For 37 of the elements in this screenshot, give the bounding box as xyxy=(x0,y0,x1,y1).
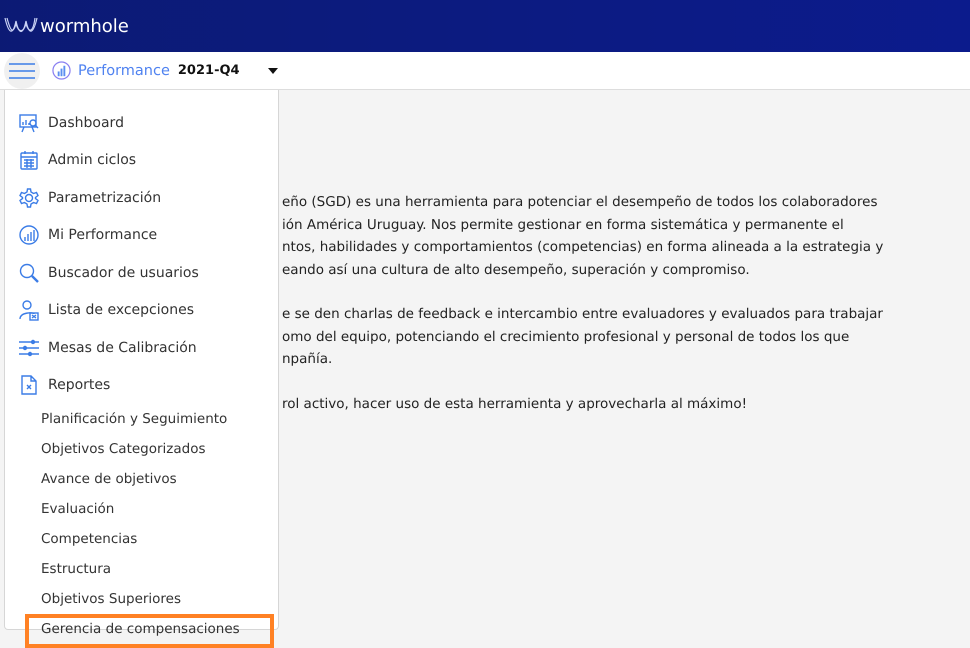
submenu-item[interactable]: Objetivos Superiores xyxy=(25,584,274,614)
text-line: eando así una cultura de alto desempeño, superación y compromiso. xyxy=(282,260,751,280)
menu-item[interactable]: Mesas de Calibración xyxy=(5,329,278,366)
search-icon xyxy=(18,262,40,284)
text-line: npañía. xyxy=(282,350,334,369)
submenu-item[interactable]: Gerencia de compensaciones xyxy=(25,614,274,648)
period-dropdown[interactable]: 2021-Q4 xyxy=(178,63,278,78)
text-line: ntos, habilidades y comportamientos (competencias) en forma alineada a la estrategia y xyxy=(282,238,884,257)
submenu-item[interactable]: Competencias xyxy=(25,524,274,554)
submenu-item[interactable]: Avance de objetivos xyxy=(25,464,274,494)
menu-item[interactable]: Mi Performance xyxy=(5,216,278,254)
chart-icon xyxy=(18,224,40,246)
calendar-icon xyxy=(18,149,40,172)
menu-item[interactable]: Dashboard xyxy=(5,104,278,142)
menu-item[interactable]: Parametrización xyxy=(5,179,278,216)
text-line: rol activo, hacer uso de esta herramienta y aprovecharla al máximo! xyxy=(282,394,748,414)
menu-item[interactable]: Buscador de usuarios xyxy=(5,254,278,292)
dashboard-icon xyxy=(18,112,40,134)
chart-icon xyxy=(52,61,71,80)
menu-button[interactable] xyxy=(4,52,40,88)
submenu-item[interactable]: Estructura xyxy=(25,554,274,584)
submenu-item[interactable]: Objetivos Categorizados xyxy=(25,434,274,464)
submenu-item[interactable]: Evaluación xyxy=(25,494,274,524)
menu-icon xyxy=(9,62,35,80)
text-line: eño (SGD) es una herramienta para potenciar el desempeño de todos los colaboradores xyxy=(282,193,878,212)
brand-name: wormhole xyxy=(40,16,129,36)
user-icon xyxy=(18,299,40,322)
caret-icon xyxy=(268,68,278,74)
text-line: ión América Uruguay. Nos permite gestionar en forma sistemática y permanente el xyxy=(282,216,845,234)
text-line: e se den charlas de feedback e intercambio entre evaluadores y evaluados para trabajar xyxy=(282,305,884,324)
module-title: Performance xyxy=(78,62,170,78)
menu-item[interactable]: Lista de excepciones xyxy=(5,292,278,329)
menu-item[interactable]: Reportes xyxy=(5,366,278,404)
menu-item[interactable]: Admin ciclos xyxy=(5,142,278,179)
text-line: omo del equipo, potenciando el crecimiento profesional y personal de todos los que xyxy=(282,328,850,346)
gear-icon xyxy=(18,186,40,209)
submenu-item[interactable]: Planificación y Seguimiento xyxy=(25,404,274,434)
